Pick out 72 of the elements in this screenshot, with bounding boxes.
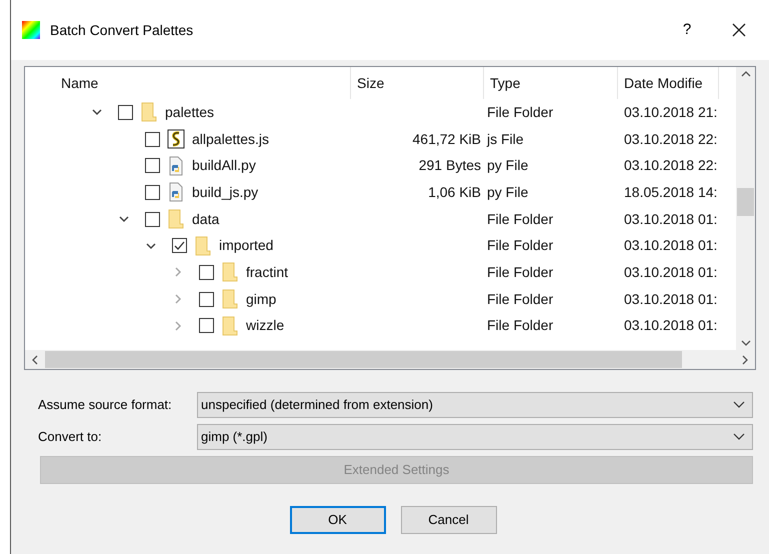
checkbox[interactable]: [199, 264, 214, 280]
window-title: Batch Convert Palettes: [50, 20, 194, 40]
folder-icon: [222, 262, 238, 282]
chevron-down-icon[interactable]: [733, 433, 745, 441]
date-modified: 03.10.2018 01:: [624, 290, 718, 307]
dropdown[interactable]: gimp (*.gpl): [197, 424, 753, 450]
checkbox[interactable]: [199, 318, 214, 334]
scroll-thumb[interactable]: [737, 188, 754, 216]
file-type: File Folder: [487, 210, 554, 227]
file-type: File Folder: [487, 237, 554, 254]
file-size: 291 Bytes: [418, 156, 481, 176]
file-size: 461,72 KiB: [412, 130, 481, 149]
column-header[interactable]: Date Modifie: [618, 67, 719, 99]
scroll-right-icon[interactable]: [741, 354, 749, 364]
file-name: build_js.py: [192, 182, 258, 202]
field-label: Convert to:: [38, 428, 103, 446]
date-modified: 03.10.2018 01:: [624, 317, 718, 334]
app-icon: [22, 21, 40, 39]
horizontal-scrollbar[interactable]: [25, 350, 755, 369]
help-button[interactable]: ?: [664, 15, 710, 45]
file-type: File Folder: [487, 264, 554, 280]
file-type: js File: [487, 130, 524, 147]
file-type: File Folder: [487, 104, 554, 120]
file-name: wizzle: [246, 316, 284, 336]
file-size: 1,06 KiB: [428, 182, 481, 202]
vertical-scrollbar[interactable]: [736, 67, 755, 350]
chevron-down-icon[interactable]: [733, 401, 745, 409]
python-file-icon: [168, 156, 184, 176]
scroll-left-icon[interactable]: [31, 354, 39, 364]
checkbox[interactable]: [145, 184, 160, 200]
checkbox[interactable]: [145, 158, 160, 174]
file-name: allpalettes.js: [192, 130, 270, 149]
checkbox[interactable]: [145, 212, 160, 227]
checkbox[interactable]: [199, 292, 214, 307]
file-name: data: [192, 210, 220, 229]
file-type: File Folder: [487, 290, 554, 307]
field-label: Assume source format:: [38, 396, 173, 414]
date-modified: 03.10.2018 01:: [624, 237, 718, 254]
file-name: fractint: [246, 262, 288, 282]
date-modified: 03.10.2018 22:: [624, 157, 718, 174]
scroll-up-icon[interactable]: [740, 70, 750, 78]
folder-icon: [168, 209, 184, 230]
date-modified: 03.10.2018 01:: [624, 264, 718, 280]
folder-icon: [195, 236, 211, 256]
file-type: py File: [487, 184, 528, 200]
folder-icon: [141, 102, 157, 122]
checkbox[interactable]: [172, 238, 187, 254]
scroll-down-icon[interactable]: [740, 339, 750, 347]
checkbox[interactable]: [118, 104, 133, 120]
dropdown[interactable]: unspecified (determined from extension): [197, 392, 753, 418]
file-name: palettes: [165, 102, 214, 122]
date-modified: 03.10.2018 21:: [624, 104, 718, 120]
dialog-button[interactable]: Cancel: [400, 506, 496, 534]
file-type: py File: [487, 157, 528, 174]
python-file-icon: [168, 182, 184, 202]
scroll-thumb[interactable]: [45, 351, 682, 368]
file-name: imported: [219, 236, 274, 256]
date-modified: 03.10.2018 01:: [624, 210, 718, 227]
column-header[interactable]: Type: [484, 67, 618, 99]
folder-icon: [222, 316, 238, 336]
file-name: buildAll.py: [192, 156, 256, 176]
date-modified: 03.10.2018 22:: [624, 130, 718, 147]
dialog-button[interactable]: OK: [290, 506, 386, 534]
column-header[interactable]: Name: [25, 67, 351, 99]
checkbox[interactable]: [145, 132, 160, 147]
date-modified: 18.05.2018 14:: [624, 184, 718, 200]
script-file-icon: [167, 129, 185, 150]
file-name: gimp: [246, 290, 276, 309]
column-header[interactable]: Size: [351, 67, 484, 99]
file-type: File Folder: [487, 317, 554, 334]
close-icon[interactable]: [732, 23, 746, 37]
folder-icon: [222, 289, 238, 310]
